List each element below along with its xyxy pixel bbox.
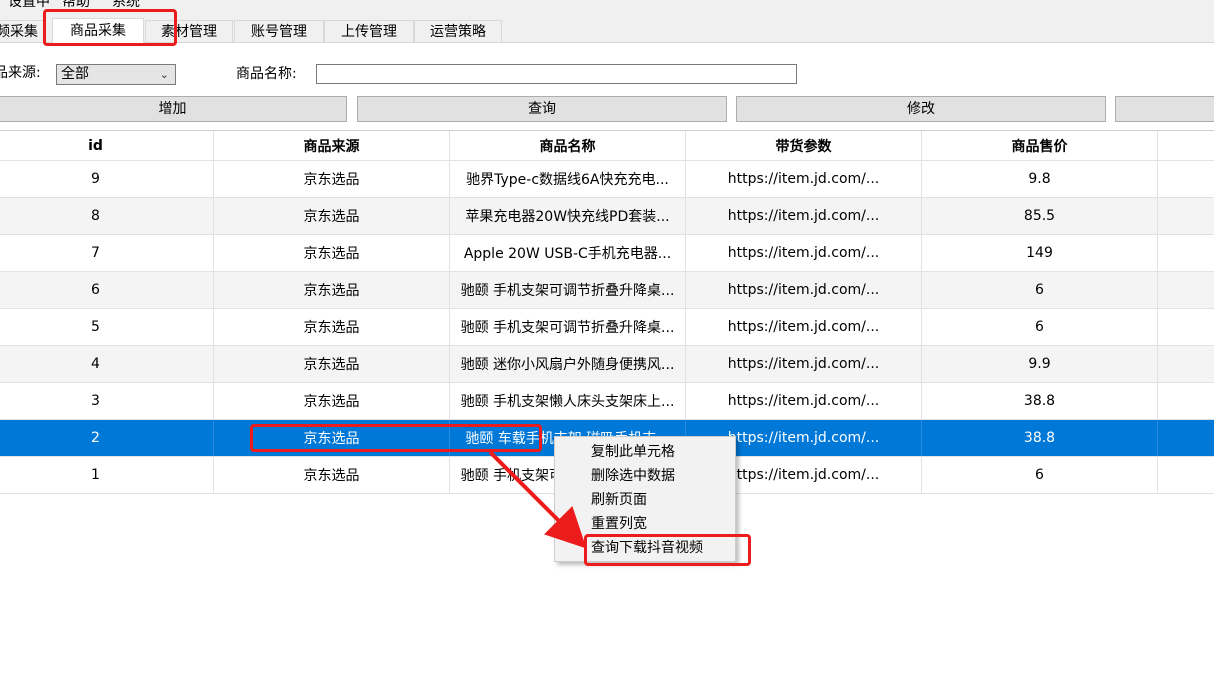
column-header-id[interactable]: id <box>0 131 214 160</box>
cell-id[interactable]: 4 <box>0 346 214 382</box>
cell-source[interactable]: 京东选品 <box>214 309 450 345</box>
cell-price[interactable]: 38.8 <box>922 420 1158 456</box>
cell-name[interactable]: 驰界Type-c数据线6A快充充电... <box>450 161 686 197</box>
cell-id[interactable]: 7 <box>0 235 214 271</box>
table-row[interactable]: 3 京东选品 驰颐 手机支架懒人床头支架床上... https://item.jd.c… <box>0 383 1214 420</box>
cell-param[interactable]: https://item.jd.com/... <box>686 235 922 271</box>
tab-video-collect[interactable]: 频采集 <box>0 20 44 42</box>
table-row[interactable]: 9 京东选品 驰界Type-c数据线6A快充充电... https://item.jd… <box>0 161 1214 198</box>
cell-param[interactable]: https://item.jd.com/... <box>686 309 922 345</box>
table-row[interactable]: 6 京东选品 驰颐 手机支架可调节折叠升降桌... https://item.jd.c… <box>0 272 1214 309</box>
cell-param[interactable]: https://item.jd.com/... <box>686 346 922 382</box>
menu-item-settings[interactable]: 设置中 <box>8 0 50 8</box>
tab-product-collect[interactable]: 商品采集 <box>52 18 144 43</box>
menu-item-delete-selected[interactable]: 删除选中数据 <box>591 464 675 488</box>
cell-param[interactable]: https://item.jd.com/... <box>686 161 922 197</box>
menu-item-system[interactable]: 系统 <box>112 0 140 8</box>
table-row[interactable]: 7 京东选品 Apple 20W USB-C手机充电器... https://item… <box>0 235 1214 272</box>
table-row[interactable]: 5 京东选品 驰颐 手机支架可调节折叠升降桌... https://item.jd.c… <box>0 309 1214 346</box>
cell-param[interactable]: https://item.jd.com/... <box>686 198 922 234</box>
cell-name[interactable]: 驰颐 手机支架懒人床头支架床上... <box>450 383 686 419</box>
column-header-source[interactable]: 商品来源 <box>214 131 450 160</box>
cell-price[interactable]: 38.8 <box>922 383 1158 419</box>
cell-name[interactable]: 驰颐 迷你小风扇户外随身便携风... <box>450 346 686 382</box>
modify-button[interactable]: 修改 <box>736 96 1106 122</box>
menu-item-refresh-page[interactable]: 刷新页面 <box>591 488 647 512</box>
cell-price[interactable]: 6 <box>922 457 1158 493</box>
table-row[interactable]: 8 京东选品 苹果充电器20W快充线PD套装... https://item.jd.c… <box>0 198 1214 235</box>
tab-operation-strategy[interactable]: 运营策略 <box>414 20 502 42</box>
cell-source[interactable]: 京东选品 <box>214 161 450 197</box>
cell-price[interactable]: 149 <box>922 235 1158 271</box>
extra-button[interactable] <box>1115 96 1214 122</box>
cell-source[interactable]: 京东选品 <box>214 272 450 308</box>
menu-item-reset-column-width[interactable]: 重置列宽 <box>591 512 647 536</box>
chevron-down-icon: ⌄ <box>159 68 169 81</box>
tab-account-manage[interactable]: 账号管理 <box>234 20 324 42</box>
cell-source[interactable]: 京东选品 <box>214 383 450 419</box>
cell-price[interactable]: 9.9 <box>922 346 1158 382</box>
column-header-param[interactable]: 带货参数 <box>686 131 922 160</box>
name-filter-label: 商品名称: <box>236 66 297 82</box>
menu-bar: 设置中 帮助 系统 <box>0 0 1214 8</box>
column-header-price[interactable]: 商品售价 <box>922 131 1158 160</box>
cell-param[interactable]: https://item.jd.com/... <box>686 383 922 419</box>
column-header-name[interactable]: 商品名称 <box>450 131 686 160</box>
cell-id[interactable]: 2 <box>0 420 214 456</box>
cell-price[interactable]: 85.5 <box>922 198 1158 234</box>
cell-id[interactable]: 6 <box>0 272 214 308</box>
tab-upload-manage[interactable]: 上传管理 <box>324 20 414 42</box>
cell-id[interactable]: 8 <box>0 198 214 234</box>
cell-source[interactable]: 京东选品 <box>214 457 450 493</box>
table-row[interactable]: 4 京东选品 驰颐 迷你小风扇户外随身便携风... https://item.jd.c… <box>0 346 1214 383</box>
query-button[interactable]: 查询 <box>357 96 727 122</box>
cell-name[interactable]: 苹果充电器20W快充线PD套装... <box>450 198 686 234</box>
tab-bar: 频采集 商品采集 素材管理 账号管理 上传管理 运营策略 <box>0 8 1214 43</box>
cell-id[interactable]: 3 <box>0 383 214 419</box>
source-select[interactable]: 全部 ⌄ <box>56 64 176 85</box>
cell-price[interactable]: 6 <box>922 272 1158 308</box>
add-button[interactable]: 增加 <box>0 96 347 122</box>
product-table: id 商品来源 商品名称 带货参数 商品售价 9 京东选品 驰界Type-c数据线6… <box>0 130 1214 699</box>
menu-item-help[interactable]: 帮助 <box>62 0 90 8</box>
cell-source[interactable]: 京东选品 <box>214 346 450 382</box>
menu-item-query-download-douyin-video[interactable]: 查询下载抖音视频 <box>591 536 703 560</box>
menu-item-copy-cell[interactable]: 复制此单元格 <box>591 440 675 464</box>
context-menu: 复制此单元格 删除选中数据 刷新页面 重置列宽 查询下载抖音视频 <box>554 436 736 562</box>
cell-source[interactable]: 京东选品 <box>214 198 450 234</box>
table-header-row: id 商品来源 商品名称 带货参数 商品售价 <box>0 131 1214 161</box>
cell-param[interactable]: https://item.jd.com/... <box>686 272 922 308</box>
cell-id[interactable]: 5 <box>0 309 214 345</box>
cell-id[interactable]: 1 <box>0 457 214 493</box>
cell-id[interactable]: 9 <box>0 161 214 197</box>
cell-source[interactable]: 京东选品 <box>214 420 450 456</box>
product-name-input[interactable] <box>316 64 797 84</box>
source-select-value: 全部 <box>61 66 89 82</box>
cell-name[interactable]: Apple 20W USB-C手机充电器... <box>450 235 686 271</box>
source-filter-label: 品来源: <box>0 65 41 81</box>
cell-source[interactable]: 京东选品 <box>214 235 450 271</box>
cell-price[interactable]: 6 <box>922 309 1158 345</box>
tab-material-manage[interactable]: 素材管理 <box>145 20 233 42</box>
cell-name[interactable]: 驰颐 手机支架可调节折叠升降桌... <box>450 309 686 345</box>
cell-name[interactable]: 驰颐 手机支架可调节折叠升降桌... <box>450 272 686 308</box>
cell-price[interactable]: 9.8 <box>922 161 1158 197</box>
